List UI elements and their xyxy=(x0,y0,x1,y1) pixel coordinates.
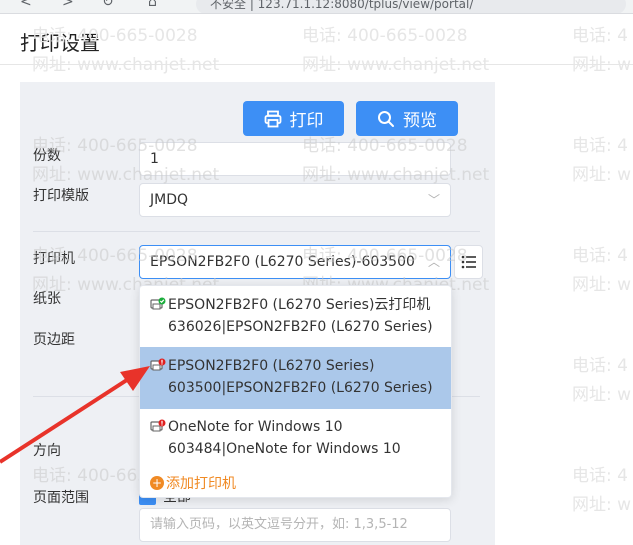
annotation-arrow xyxy=(0,366,150,464)
